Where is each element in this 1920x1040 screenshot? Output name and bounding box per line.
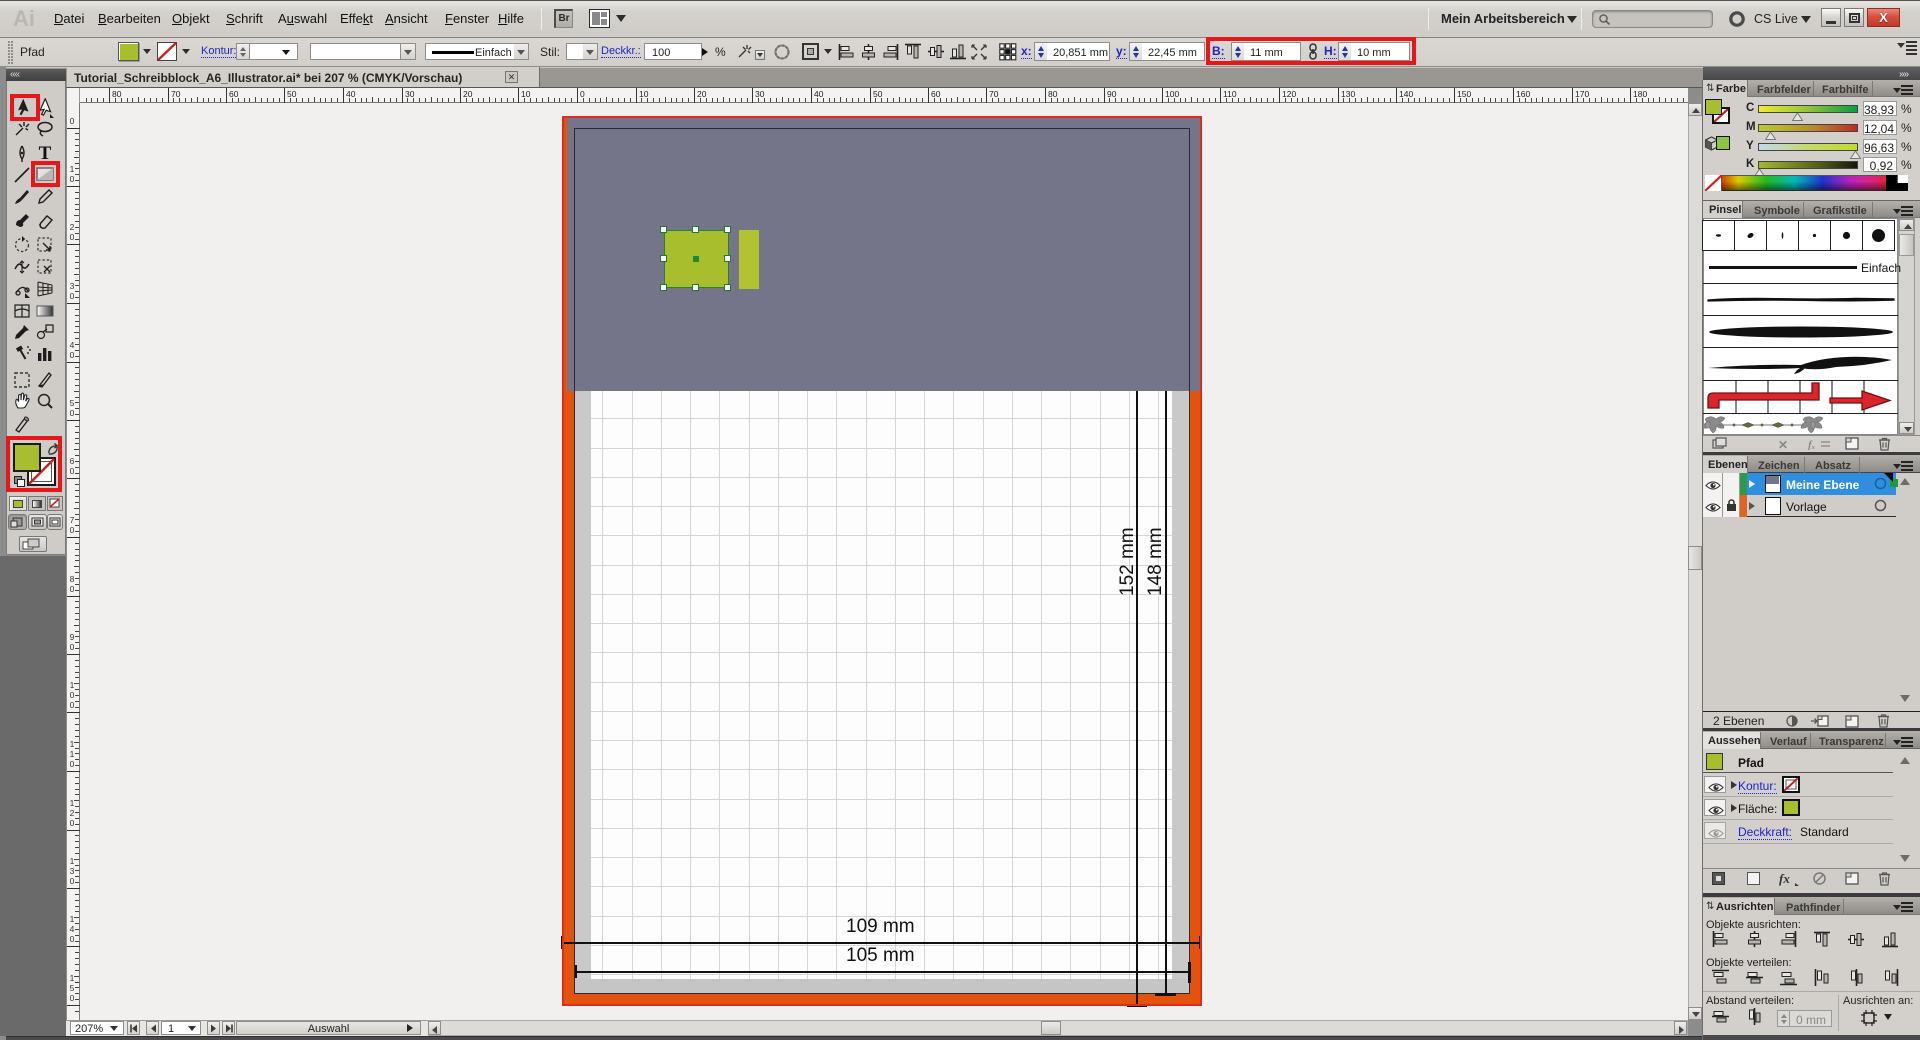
svg-text:T: T bbox=[39, 143, 52, 163]
svg-text:fₓ: fₓ bbox=[1808, 439, 1816, 450]
svg-text:fx: fx bbox=[1779, 871, 1790, 886]
